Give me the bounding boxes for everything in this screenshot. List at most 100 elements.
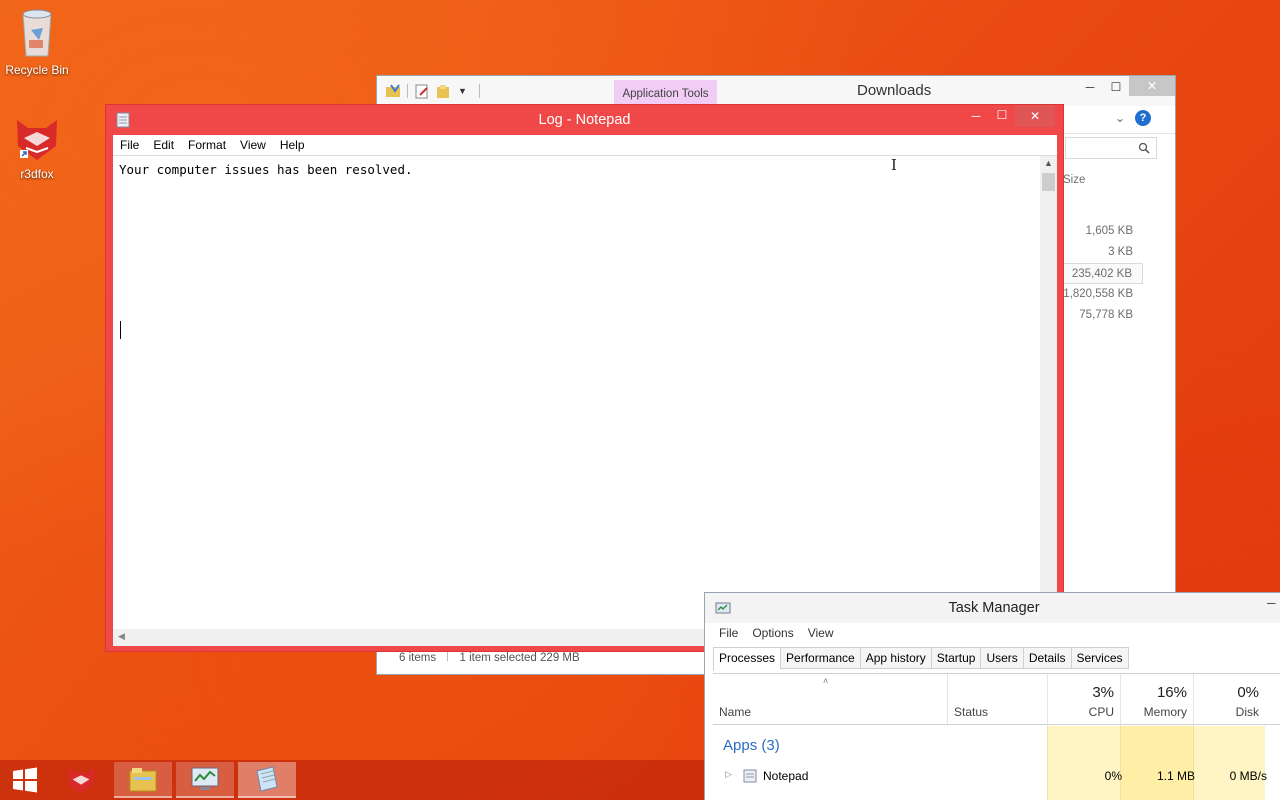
taskmgr-title: Task Manager — [948, 600, 1040, 616]
windows-logo-icon — [13, 767, 37, 793]
taskbar — [0, 760, 704, 800]
tm-menu-file[interactable]: File — [713, 626, 744, 640]
recycle-bin-icon — [22, 9, 52, 57]
cpu-column-fill — [1047, 726, 1120, 800]
r3dfox-label: r3dfox — [20, 167, 54, 181]
notepad-icon — [743, 769, 757, 783]
properties-icon[interactable] — [414, 83, 430, 99]
notepad-window[interactable]: Log - Notepad ─ ☐ ✕ File Edit Format Vie… — [105, 104, 1064, 652]
file-size: 1,820,558 KB — [1063, 288, 1133, 300]
taskbar-notepad[interactable] — [238, 762, 296, 798]
process-cpu: 0% — [1104, 769, 1122, 783]
notepad-menubar: File Edit Format View Help — [113, 135, 1057, 156]
taskbar-r3dfox[interactable] — [52, 762, 110, 798]
notepad-text-area[interactable]: Your computer issues has been resolved. … — [113, 156, 1057, 646]
tab-users[interactable]: Users — [980, 647, 1023, 669]
process-memory: 1.1 MB — [1156, 769, 1195, 783]
column-status[interactable]: Status — [947, 674, 1047, 726]
tab-details[interactable]: Details — [1022, 647, 1071, 669]
vertical-scrollbar[interactable]: ▲ — [1040, 156, 1057, 626]
size-column-header[interactable]: Size — [1063, 174, 1085, 186]
tm-menu-options[interactable]: Options — [746, 626, 799, 640]
disk-total-percent: 0% — [1237, 684, 1259, 701]
new-folder-icon[interactable] — [436, 83, 452, 99]
column-cpu-label: CPU — [1088, 705, 1114, 719]
explorer-status-bar: 6 items 1 item selected 229 MB — [399, 650, 580, 664]
recycle-bin-desktop-icon[interactable]: Recycle Bin — [0, 6, 74, 77]
column-memory[interactable]: 16% Memory — [1120, 674, 1193, 726]
tab-processes[interactable]: Processes — [713, 647, 781, 671]
tm-menu-view[interactable]: View — [802, 626, 840, 640]
menu-view[interactable]: View — [233, 135, 273, 155]
file-size-selected[interactable]: 235,402 KB — [1063, 263, 1143, 284]
ribbon-controls: ⌄ ? — [1063, 106, 1175, 134]
scroll-left-arrow-icon[interactable]: ◀ — [118, 631, 125, 642]
vertical-scroll-thumb[interactable] — [1042, 173, 1055, 191]
tab-performance[interactable]: Performance — [780, 647, 860, 669]
taskbar-file-explorer[interactable] — [114, 762, 172, 798]
explorer-title: Downloads — [857, 82, 932, 99]
column-disk[interactable]: 0% Disk — [1193, 674, 1265, 726]
notepad-close-button[interactable]: ✕ — [1015, 105, 1055, 127]
document-text: Your computer issues has been resolved. — [119, 162, 413, 177]
explorer-titlebar[interactable]: ▼ Application Tools Downloads ─ ☐ ✕ — [377, 76, 1175, 106]
column-name[interactable]: Name — [713, 674, 947, 726]
application-tools-tab[interactable]: Application Tools — [614, 80, 717, 106]
tab-app-history[interactable]: App history — [859, 647, 931, 669]
size-column: 1,605 KB 3 KB 235,402 KB 1,820,558 KB 75… — [1063, 221, 1143, 326]
text-caret — [120, 321, 121, 339]
r3dfox-desktop-icon[interactable]: r3dfox — [0, 116, 74, 181]
customize-qat-dropdown-icon[interactable]: ▼ — [458, 86, 467, 96]
tab-services[interactable]: Services — [1070, 647, 1129, 669]
recycle-bin-label: Recycle Bin — [5, 63, 69, 77]
taskmgr-menubar: File Options View — [713, 626, 840, 640]
explorer-close-button[interactable]: ✕ — [1129, 76, 1175, 96]
menu-edit[interactable]: Edit — [146, 135, 181, 155]
task-manager-icon — [191, 767, 219, 790]
i-beam-cursor: I — [891, 156, 897, 174]
disk-column-fill — [1193, 726, 1265, 800]
tab-startup[interactable]: Startup — [930, 647, 981, 669]
apps-group-header[interactable]: Apps (3) — [723, 737, 780, 754]
quick-access-toolbar: ▼ — [385, 83, 480, 99]
help-button[interactable]: ? — [1135, 110, 1151, 126]
scroll-up-arrow-icon[interactable]: ▲ — [1044, 158, 1053, 168]
file-explorer-icon — [129, 768, 157, 792]
taskmgr-titlebar[interactable]: Task Manager ─ — [705, 593, 1280, 623]
r3dfox-icon — [17, 120, 57, 160]
explorer-minimize-button[interactable]: ─ — [1077, 76, 1103, 98]
column-cpu[interactable]: 3% CPU — [1047, 674, 1120, 726]
file-size: 75,778 KB — [1079, 309, 1133, 321]
search-input[interactable] — [1065, 137, 1157, 159]
cpu-total-percent: 3% — [1092, 684, 1114, 701]
expand-row-chevron-icon[interactable]: ▷ — [725, 769, 732, 780]
status-selection: 1 item selected 229 MB — [459, 652, 580, 664]
task-manager-window[interactable]: Task Manager ─ File Options View Process… — [704, 592, 1280, 800]
notepad-icon — [256, 766, 278, 792]
taskmgr-tabs: Processes Performance App history Startu… — [713, 647, 1129, 671]
process-name: Notepad — [763, 769, 809, 783]
menu-help[interactable]: Help — [273, 135, 312, 155]
notepad-minimize-button[interactable]: ─ — [963, 105, 989, 125]
column-status-label: Status — [954, 705, 989, 719]
menu-format[interactable]: Format — [181, 135, 233, 155]
file-size: 3 KB — [1108, 246, 1133, 258]
memory-total-percent: 16% — [1156, 684, 1187, 701]
table-row[interactable]: ▷ Notepad 0% 1.1 MB 0 MB/s — [713, 765, 1280, 787]
status-item-count: 6 items — [399, 652, 437, 664]
r3dfox-icon — [67, 767, 95, 794]
column-disk-label: Disk — [1235, 705, 1259, 719]
notepad-titlebar[interactable]: Log - Notepad ─ ☐ ✕ — [106, 105, 1063, 135]
column-memory-label: Memory — [1143, 705, 1187, 719]
notepad-maximize-button[interactable]: ☐ — [989, 105, 1015, 125]
menu-file[interactable]: File — [113, 135, 146, 155]
expand-ribbon-chevron-icon[interactable]: ⌄ — [1115, 111, 1125, 125]
process-disk: 0 MB/s — [1229, 769, 1267, 783]
folder-icon[interactable] — [385, 83, 401, 99]
notepad-title: Log - Notepad — [538, 112, 631, 128]
taskbar-task-manager[interactable] — [176, 762, 234, 798]
taskmgr-minimize-button[interactable]: ─ — [1267, 596, 1276, 610]
column-name-label: Name — [719, 705, 752, 719]
explorer-maximize-button[interactable]: ☐ — [1103, 76, 1129, 98]
start-button[interactable] — [0, 762, 50, 798]
